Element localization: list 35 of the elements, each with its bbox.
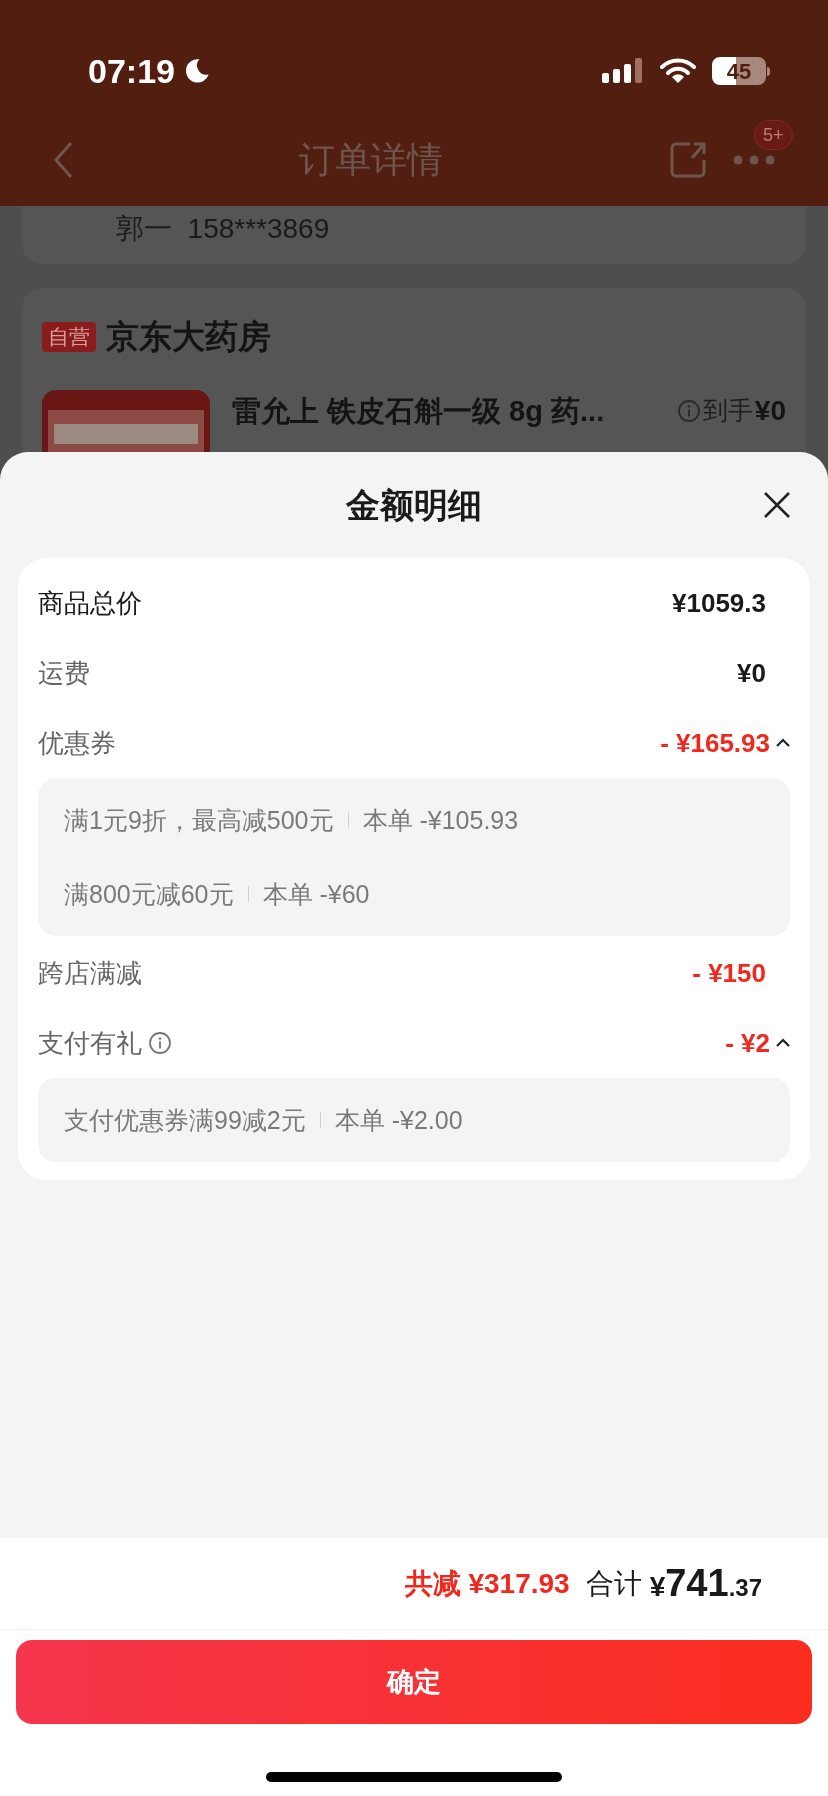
status-time: 07:19 [88, 50, 175, 92]
coupon-amount: 本单 -¥2.00 [334, 1105, 463, 1136]
row-label: 跨店满减 [38, 956, 142, 990]
row-label: 优惠券 [38, 726, 116, 760]
wifi-icon [660, 57, 696, 85]
coupon-amount: 本单 -¥60 [262, 879, 370, 910]
coupon-rule: 支付优惠券满99减2元 [64, 1105, 306, 1136]
coupon-rule: 满800元减60元 [64, 879, 234, 910]
close-icon[interactable] [762, 490, 792, 520]
row-amount: ¥1059.3 [672, 586, 766, 620]
row-amount: - ¥2 [725, 1026, 770, 1060]
row-amount: ¥0 [737, 656, 766, 690]
row-amount: - ¥150 [692, 956, 766, 990]
coupon-rule: 满1元9折，最高减500元 [64, 805, 334, 836]
store-name: 京东大药房 [106, 317, 271, 357]
row-label: 运费 [38, 656, 90, 690]
total-discount: 共减 ¥317.93 [404, 1566, 570, 1601]
coupon-amount: 本单 -¥105.93 [362, 805, 519, 836]
store-tag: 自营 [42, 321, 96, 352]
product-title: 雷允上 铁皮石斛一级 8g 药... [232, 393, 605, 429]
total-label: 合计 [585, 1566, 642, 1601]
sheet-title: 金额明细 [346, 484, 482, 526]
page-title: 订单详情 [299, 138, 443, 182]
total-amount: ¥741.37 [649, 1561, 762, 1606]
product-price: ¥0 [754, 393, 786, 428]
signal-icon [602, 57, 644, 85]
chevron-up-icon[interactable] [774, 737, 792, 749]
confirm-button[interactable]: 确定 [16, 1640, 812, 1724]
contact-text: 郭一 158***3869 [116, 213, 330, 244]
row-label: 支付有礼 [38, 1026, 142, 1060]
row-amount: - ¥165.93 [660, 726, 770, 760]
info-icon[interactable] [148, 1031, 172, 1055]
row-label: 商品总价 [38, 586, 142, 620]
chevron-up-icon[interactable] [774, 1037, 792, 1049]
notification-badge: 5+ [754, 120, 793, 150]
